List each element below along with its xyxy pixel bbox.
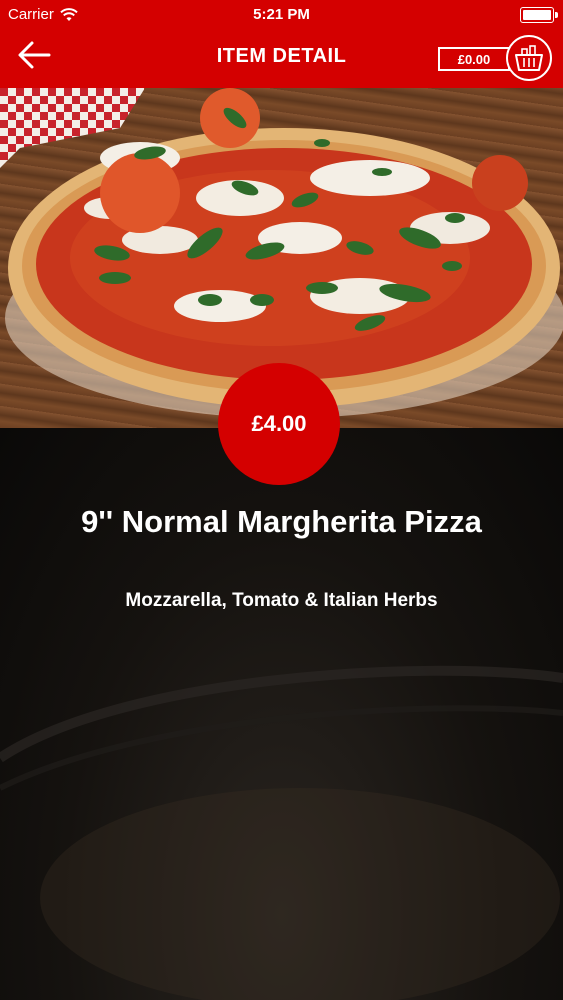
- battery-icon: [520, 7, 558, 23]
- status-bar: Carrier 5:21 PM: [0, 0, 563, 30]
- cart-total-value: £0.00: [457, 51, 491, 67]
- price-badge: £4.00: [218, 363, 340, 485]
- cart-button[interactable]: [506, 35, 552, 81]
- top-bar: Carrier 5:21 PM ITEM DETAIL £0.00: [0, 0, 563, 88]
- status-time: 5:21 PM: [253, 6, 310, 23]
- basket-icon: [515, 45, 543, 71]
- item-name: 9'' Normal Margherita Pizza: [81, 504, 482, 539]
- cart-total-button[interactable]: £0.00: [438, 47, 510, 71]
- item-description: Mozzarella, Tomato & Italian Herbs: [125, 590, 438, 611]
- price-value: £4.00: [251, 411, 307, 436]
